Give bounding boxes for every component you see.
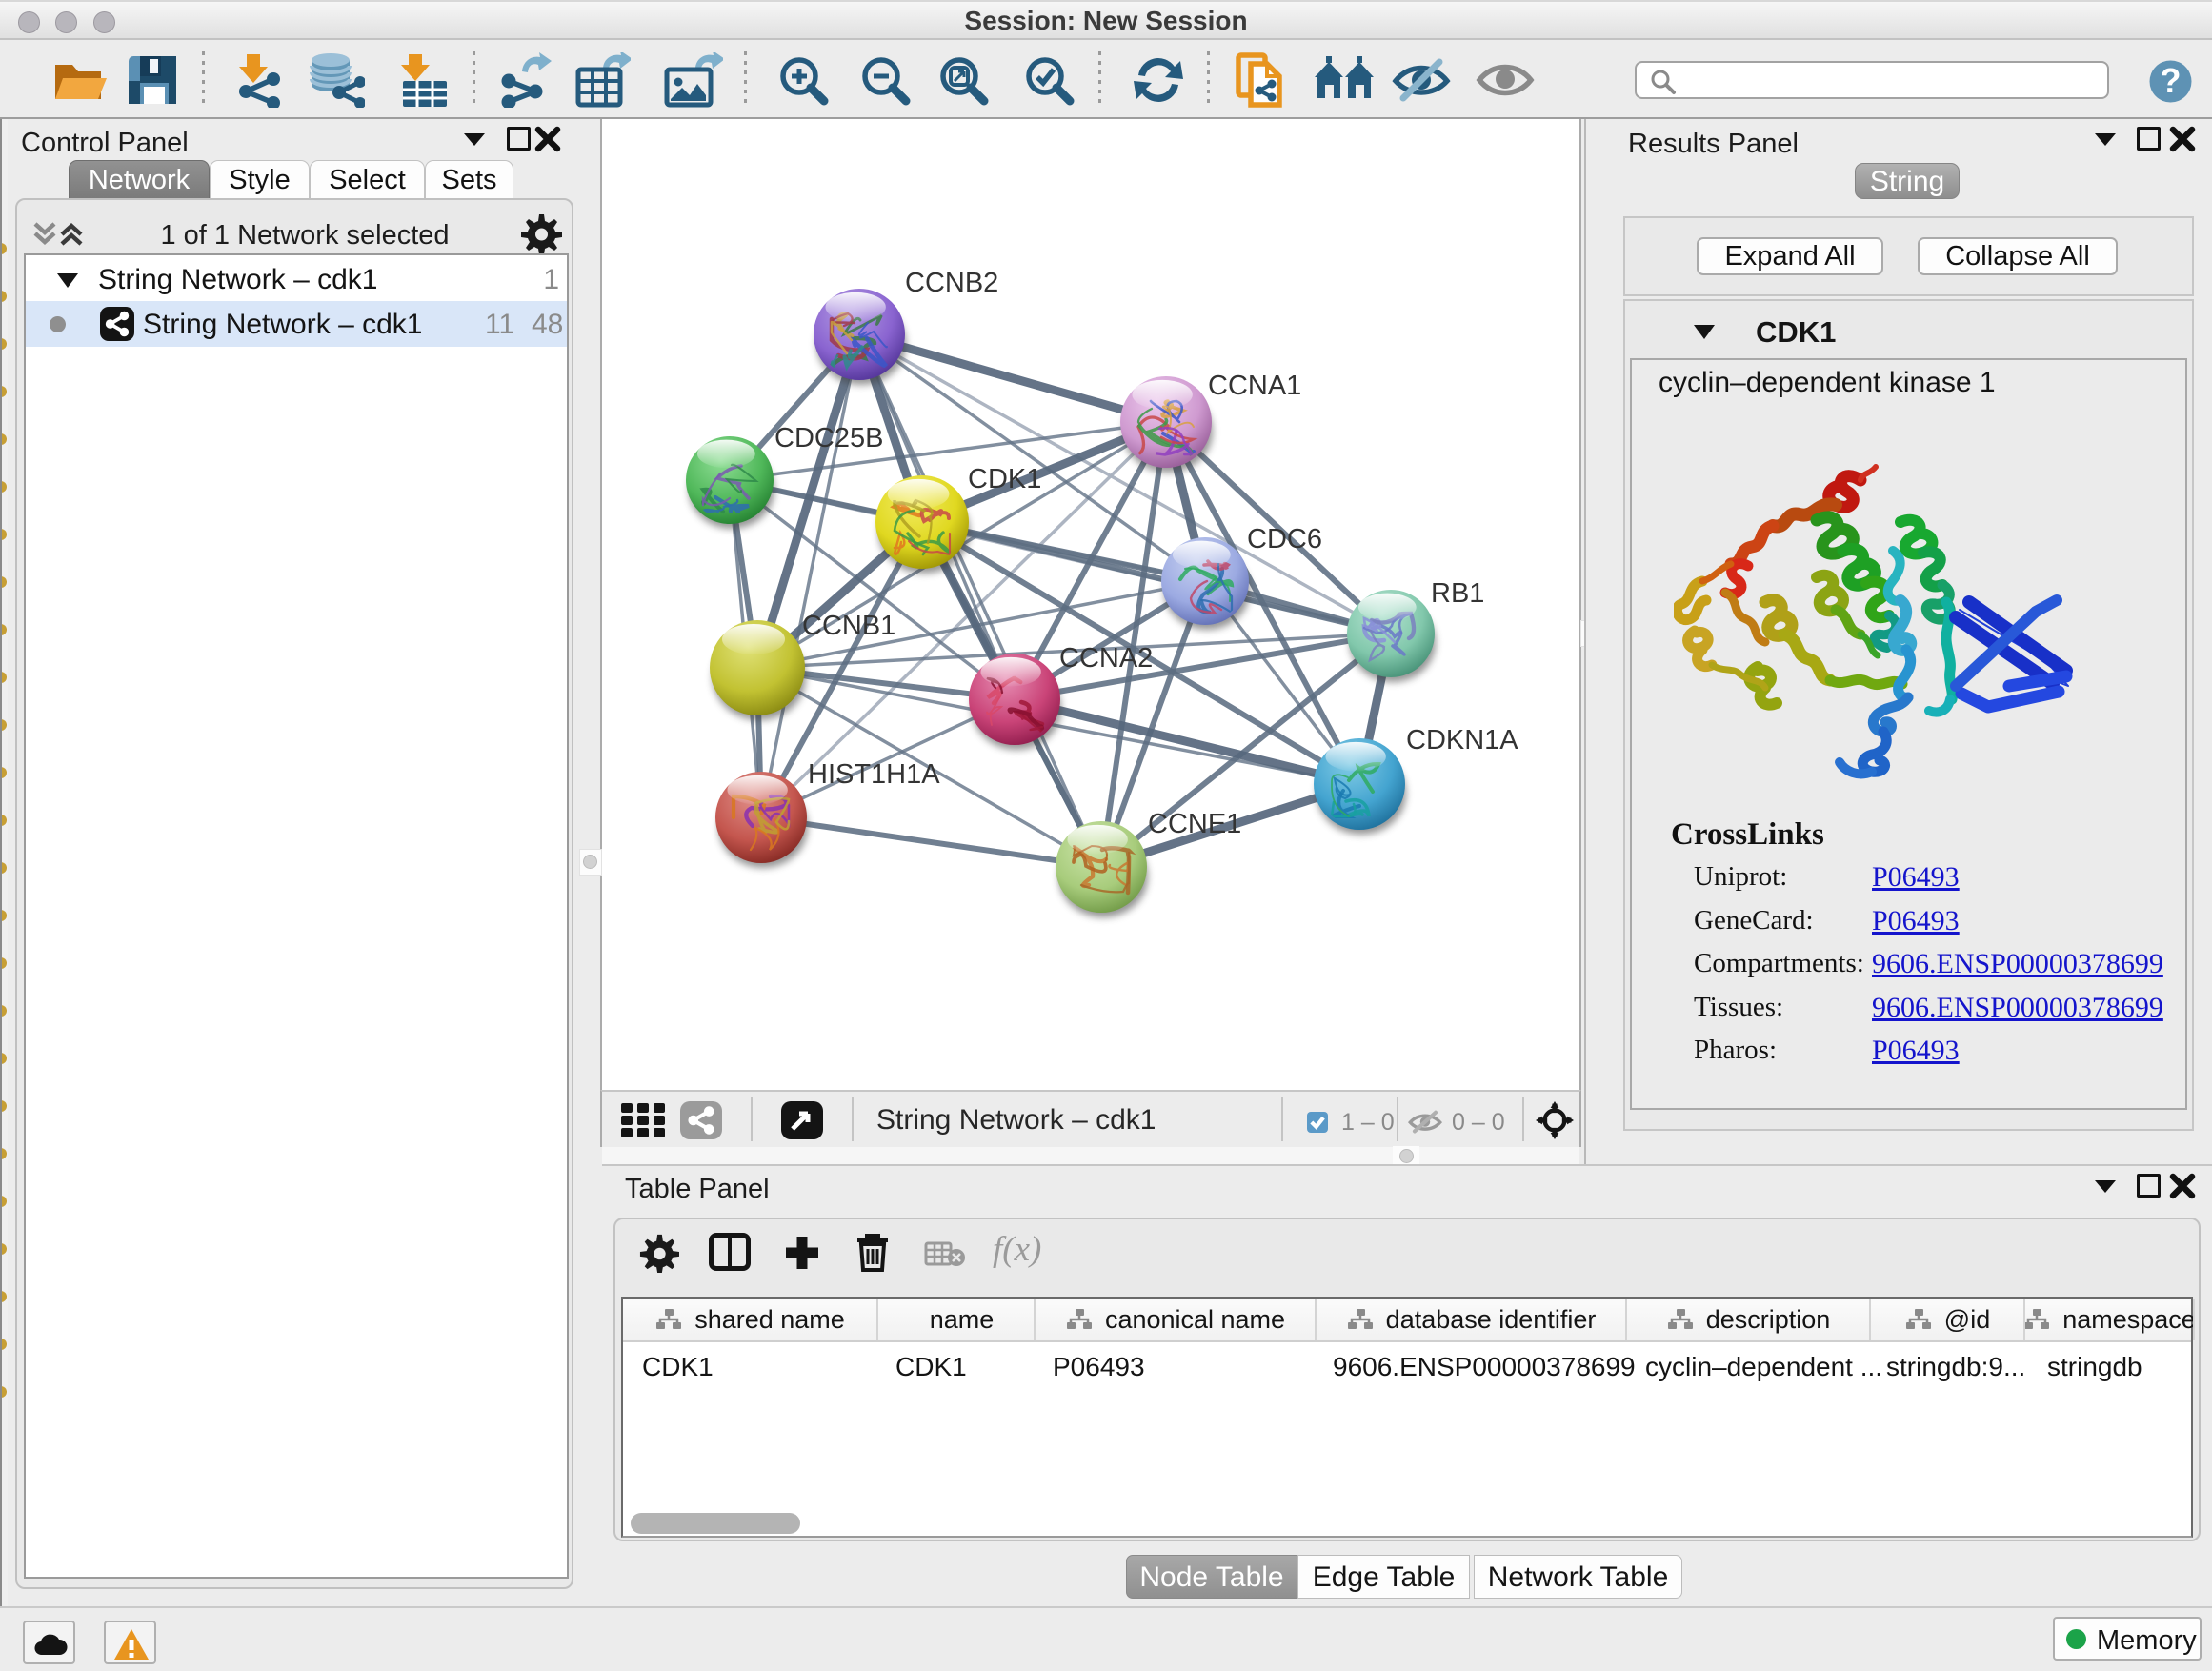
- svg-text:?: ?: [2161, 61, 2182, 100]
- svg-text:CDC6: CDC6: [1247, 524, 1322, 554]
- svg-text:CDK1: CDK1: [968, 464, 1041, 494]
- svg-text:CCNB1: CCNB1: [802, 611, 895, 641]
- svg-text:CCNA1: CCNA1: [1208, 371, 1301, 401]
- svg-text:CDKN1A: CDKN1A: [1406, 725, 1518, 755]
- svg-text:CCNA2: CCNA2: [1059, 643, 1153, 674]
- svg-text:HIST1H1A: HIST1H1A: [808, 759, 940, 790]
- svg-text:RB1: RB1: [1431, 578, 1484, 609]
- svg-text:CCNE1: CCNE1: [1148, 809, 1241, 839]
- svg-text:CCNB2: CCNB2: [905, 268, 998, 298]
- svg-text:CDC25B: CDC25B: [774, 423, 883, 453]
